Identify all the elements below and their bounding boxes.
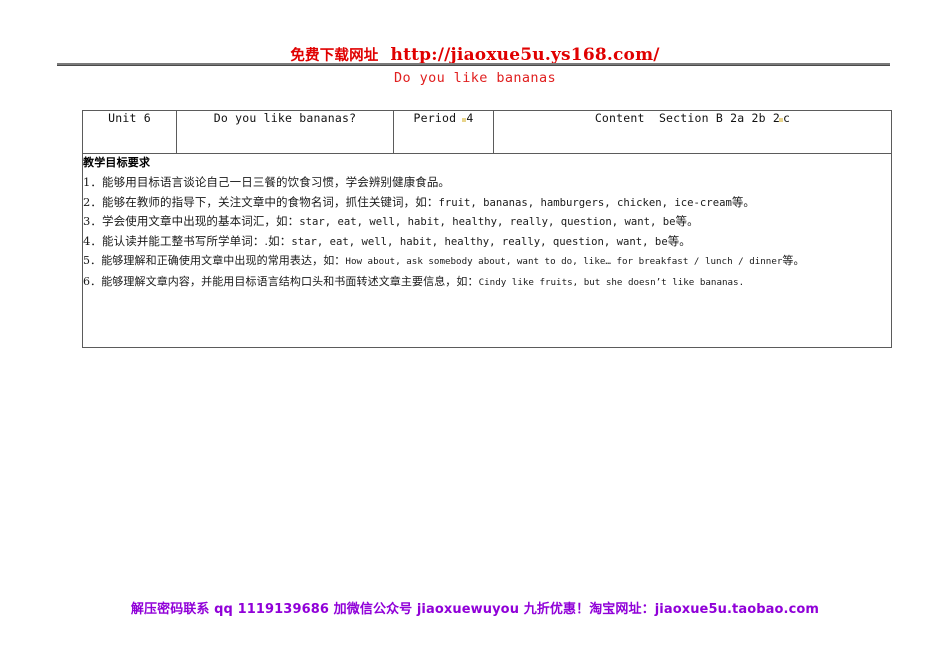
title-value: Do you like bananas? <box>213 111 357 125</box>
page-footer: 解压密码联系 qq 1119139686 加微信公众号 jiaoxuewuyou… <box>0 598 950 618</box>
goal-en: Cindy like fruits, but she doesn’t like … <box>478 276 745 288</box>
lesson-plan-table: Unit 6 Do you like bananas? Period 4 Con… <box>82 110 892 348</box>
header-download-url[interactable]: http://jiaoxue5u.ys168.com/ <box>391 45 660 65</box>
goal-cn-before: 学会使用文章中出现的基本词汇，如： <box>102 214 300 229</box>
goal-en: star, eat, well, habit, healthy, really,… <box>299 216 676 229</box>
cell-unit: Unit 6 <box>82 110 177 154</box>
goal-item: 6．能够理解文章内容，并能用目标语言结构口头和书面转述文章主要信息，如：Cind… <box>83 272 891 293</box>
header-download-line: 免费下载网址 http://jiaoxue5u.ys168.com/ <box>0 44 950 65</box>
goal-cn-before: 能认读并能工整书写所学单词：.如： <box>102 233 292 248</box>
goals-heading: 教学目标要求 <box>83 156 151 169</box>
goal-number: 1． <box>83 175 103 189</box>
goal-cn-after: 等。 <box>731 194 756 209</box>
goal-cn-after: 等。 <box>782 254 805 268</box>
unit-value: Unit 6 <box>108 111 151 125</box>
goal-cn-after: 等。 <box>667 233 691 248</box>
goal-cn-after: 等。 <box>675 214 699 229</box>
goal-cn-before: 能够在教师的指导下，关注文章中的食物名词，抓住关键词，如： <box>102 194 439 209</box>
period-value: 4 <box>466 111 474 125</box>
goal-en: fruit, bananas, hamburgers, chicken, ice… <box>438 196 732 209</box>
cell-teaching-goals: 教学目标要求 1．能够用目标语言谈论自己一日三餐的饮食习惯，学会辨别健康食品。 … <box>82 153 892 348</box>
cell-period: Period 4 <box>393 110 494 154</box>
footer-taobao-url[interactable]: jiaoxue5u.taobao.com <box>655 602 819 617</box>
goal-item: 5．能够理解和正确使用文章中出现的常用表达，如：How about, ask s… <box>83 251 891 272</box>
goal-number: 2． <box>83 194 103 209</box>
goal-en: How about, ask somebody about, want to d… <box>345 256 783 268</box>
content-label: Content <box>594 111 645 125</box>
page-header: 免费下载网址 http://jiaoxue5u.ys168.com/ <box>0 44 950 65</box>
goal-item: 3．学会使用文章中出现的基本词汇，如：star, eat, well, habi… <box>83 212 891 232</box>
goal-item: 1．能够用目标语言谈论自己一日三餐的饮食习惯，学会辨别健康食品。 <box>83 173 891 193</box>
document-subtitle: Do you like bananas <box>393 70 557 86</box>
goal-item: 2．能够在教师的指导下，关注文章中的食物名词，抓住关键词，如：fruit, ba… <box>83 193 891 213</box>
goal-number: 3． <box>83 214 103 229</box>
table-body-row: 教学目标要求 1．能够用目标语言谈论自己一日三餐的饮食习惯，学会辨别健康食品。 … <box>82 153 892 348</box>
goal-item: 4．能认读并能工整书写所学单词：.如：star, eat, well, habi… <box>83 232 891 252</box>
period-label: Period <box>413 111 457 125</box>
goal-cn-before: 能够用目标语言谈论自己一日三餐的饮食习惯，学会辨别健康食品。 <box>102 175 451 189</box>
goal-number: 5． <box>83 254 102 268</box>
header-cn-label: 免费下载网址 <box>290 48 379 64</box>
content-suffix: c <box>783 111 791 125</box>
cell-title: Do you like bananas? <box>176 110 394 154</box>
footer-contact-text: 解压密码联系 qq 1119139686 加微信公众号 jiaoxuewuyou… <box>130 602 655 617</box>
cell-content: Content Section B 2a 2b 2c <box>493 110 892 154</box>
header-divider-rule <box>57 63 890 66</box>
goal-cn-before: 能够理解文章内容，并能用目标语言结构口头和书面转述文章主要信息，如： <box>101 274 479 288</box>
goal-cn-before: 能够理解和正确使用文章中出现的常用表达，如： <box>101 254 346 268</box>
goal-en: star, eat, well, habit, healthy, really,… <box>291 235 668 248</box>
goal-number: 6． <box>83 274 102 288</box>
table-header-row: Unit 6 Do you like bananas? Period 4 Con… <box>82 110 892 154</box>
goal-number: 4． <box>83 233 103 248</box>
content-value: Section B 2a 2b 2 <box>658 111 781 125</box>
